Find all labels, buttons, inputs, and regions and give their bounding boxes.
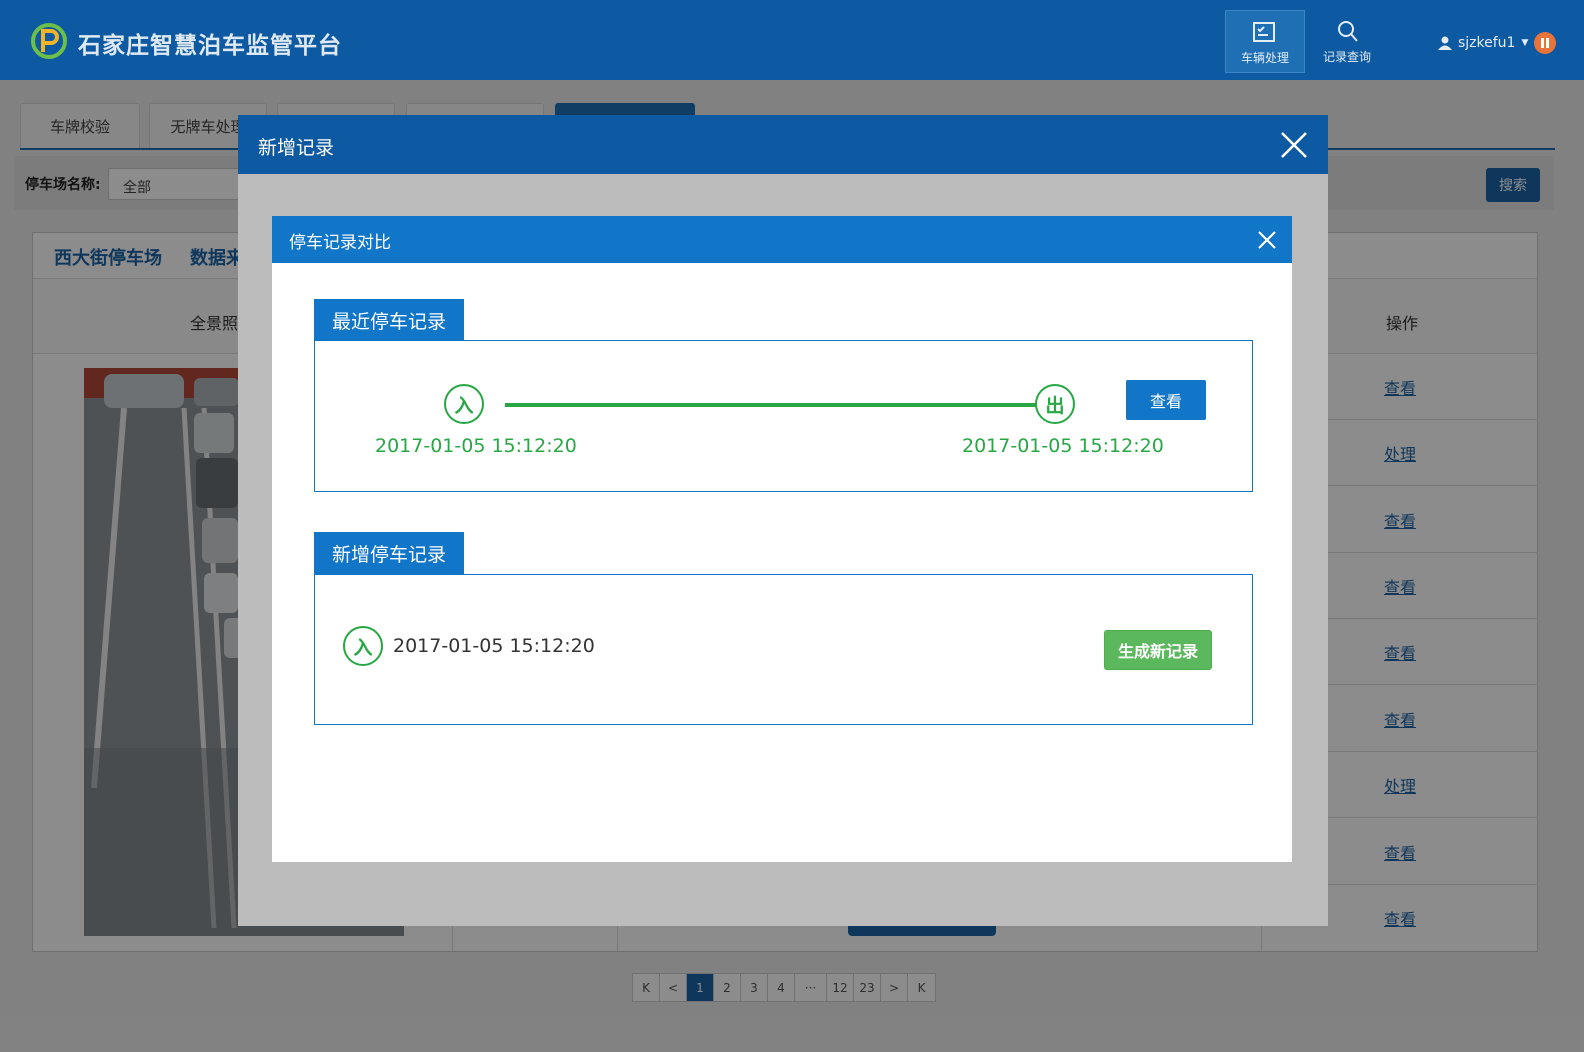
new-record-box: 入 2017-01-05 15:12:20 生成新记录	[314, 574, 1253, 725]
entry-badge-icon: 入	[343, 626, 383, 666]
record-compare-dialog-header: 停车记录对比	[272, 216, 1292, 263]
nav-record-search[interactable]: 记录查询	[1307, 10, 1387, 73]
nav-vehicle-process-label: 车辆处理	[1240, 51, 1289, 65]
add-record-dialog-header: 新增记录	[238, 115, 1328, 174]
top-header: 石家庄智慧泊车监管平台 车辆处理 记录查询 sjzkefu1 ▼	[0, 0, 1584, 80]
view-button[interactable]: 查看	[1126, 380, 1206, 420]
record-compare-dialog-title: 停车记录对比	[289, 233, 391, 253]
username: sjzkefu1	[1458, 35, 1516, 51]
entry-badge-icon: 入	[444, 384, 484, 424]
new-entry-time: 2017-01-05 15:12:20	[393, 635, 595, 657]
caret-down-icon: ▼	[1521, 38, 1529, 48]
record-compare-dialog: 停车记录对比 最近停车记录 入 出 2017-01-05 15:12:20 20…	[272, 216, 1292, 862]
add-record-dialog-title: 新增记录	[258, 137, 335, 159]
new-record-tag: 新增停车记录	[314, 532, 465, 574]
recent-record-box: 入 出 2017-01-05 15:12:20 2017-01-05 15:12…	[314, 340, 1253, 492]
record-search-icon	[1338, 21, 1358, 42]
recent-exit-time: 2017-01-05 15:12:20	[962, 435, 1164, 457]
close-icon[interactable]	[1257, 230, 1277, 250]
close-icon[interactable]	[1280, 131, 1308, 159]
recent-entry-time: 2017-01-05 15:12:20	[375, 435, 577, 457]
exit-badge-icon: 出	[1035, 384, 1075, 424]
recent-record-tag: 最近停车记录	[314, 299, 465, 341]
nav-record-search-label: 记录查询	[1322, 50, 1371, 64]
vehicle-process-icon	[1253, 22, 1275, 42]
generate-record-button[interactable]: 生成新记录	[1104, 630, 1212, 670]
nav-vehicle-process[interactable]: 车辆处理	[1225, 10, 1305, 73]
logout-icon[interactable]	[1534, 32, 1557, 54]
user-menu[interactable]: sjzkefu1 ▼	[1438, 32, 1557, 54]
app-title: 石家庄智慧泊车监管平台	[78, 33, 342, 59]
user-icon	[1438, 36, 1452, 50]
parking-timeline	[505, 403, 1055, 407]
logo-icon	[31, 23, 67, 59]
